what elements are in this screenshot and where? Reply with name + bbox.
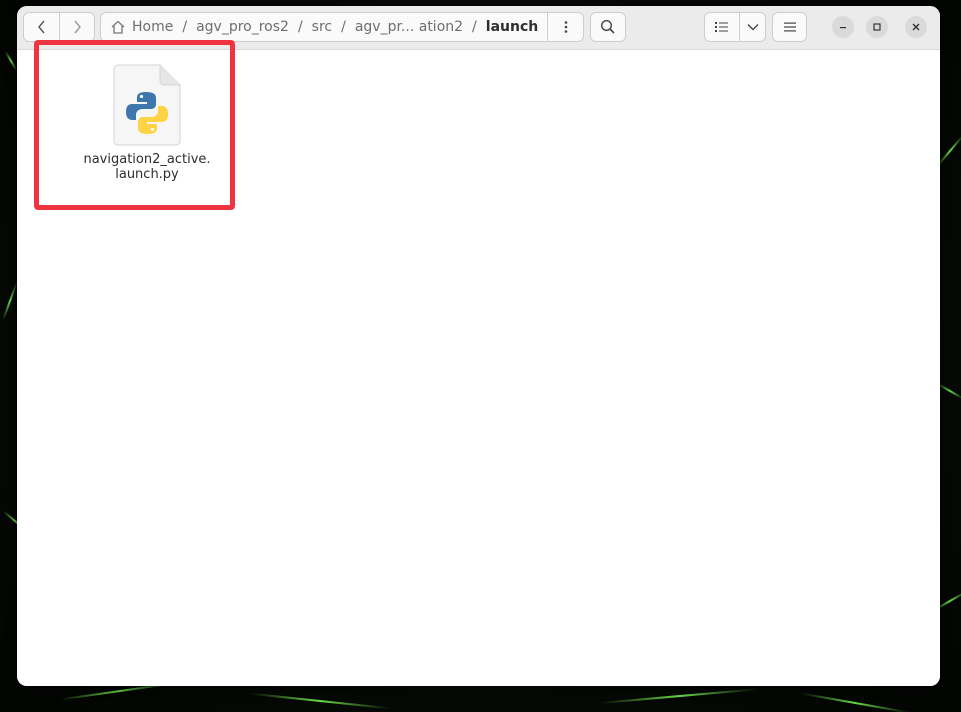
search-icon <box>600 19 615 34</box>
path-menu-button[interactable] <box>547 13 583 41</box>
breadcrumb-separator: / <box>297 19 303 35</box>
chevron-down-icon <box>747 24 758 31</box>
breadcrumb-home[interactable]: Home <box>132 19 173 35</box>
breadcrumb-launch[interactable]: launch <box>486 19 538 35</box>
minimize-button[interactable] <box>832 16 854 38</box>
view-mode-button[interactable] <box>704 12 740 42</box>
breadcrumb-separator: / <box>182 19 188 35</box>
home-icon <box>111 20 125 34</box>
breadcrumb-separator: / <box>472 19 477 35</box>
breadcrumb-agv-pro-ros2[interactable]: agv_pro_ros2 <box>196 19 289 35</box>
header-bar: Home / agv_pro_ros2 / src / agv_pr... at… <box>17 6 940 50</box>
vertical-dots-icon <box>564 21 567 33</box>
maximize-icon <box>873 23 881 31</box>
file-manager-window: Home / agv_pro_ros2 / src / agv_pr... at… <box>17 6 940 686</box>
maximize-button[interactable] <box>866 16 888 38</box>
minimize-icon <box>840 27 846 29</box>
forward-button[interactable] <box>59 12 95 42</box>
close-button[interactable] <box>905 16 927 38</box>
chevron-left-icon <box>37 20 45 34</box>
path-bar: Home / agv_pro_ros2 / src / agv_pr... at… <box>100 12 584 42</box>
search-button[interactable] <box>590 12 626 42</box>
breadcrumb-agv-pro-navigation2[interactable]: agv_pr... ation2 <box>355 19 463 35</box>
list-view-icon <box>715 22 728 32</box>
file-name-line-2: launch.py <box>115 167 179 182</box>
main-menu-button[interactable] <box>772 12 807 42</box>
view-options-dropdown[interactable] <box>739 12 766 42</box>
file-view[interactable]: navigation2_active. launch.py <box>17 50 940 686</box>
breadcrumb-src[interactable]: src <box>312 19 332 35</box>
python-file-icon <box>113 64 181 146</box>
back-button[interactable] <box>23 12 60 42</box>
chevron-right-icon <box>74 20 81 34</box>
close-icon <box>912 23 920 31</box>
file-name: navigation2_active. launch.py <box>77 152 217 182</box>
file-name-line-1: navigation2_active. <box>83 152 211 167</box>
breadcrumb-separator: / <box>341 19 346 35</box>
file-item[interactable]: navigation2_active. launch.py <box>72 64 222 199</box>
hamburger-icon <box>783 22 796 32</box>
